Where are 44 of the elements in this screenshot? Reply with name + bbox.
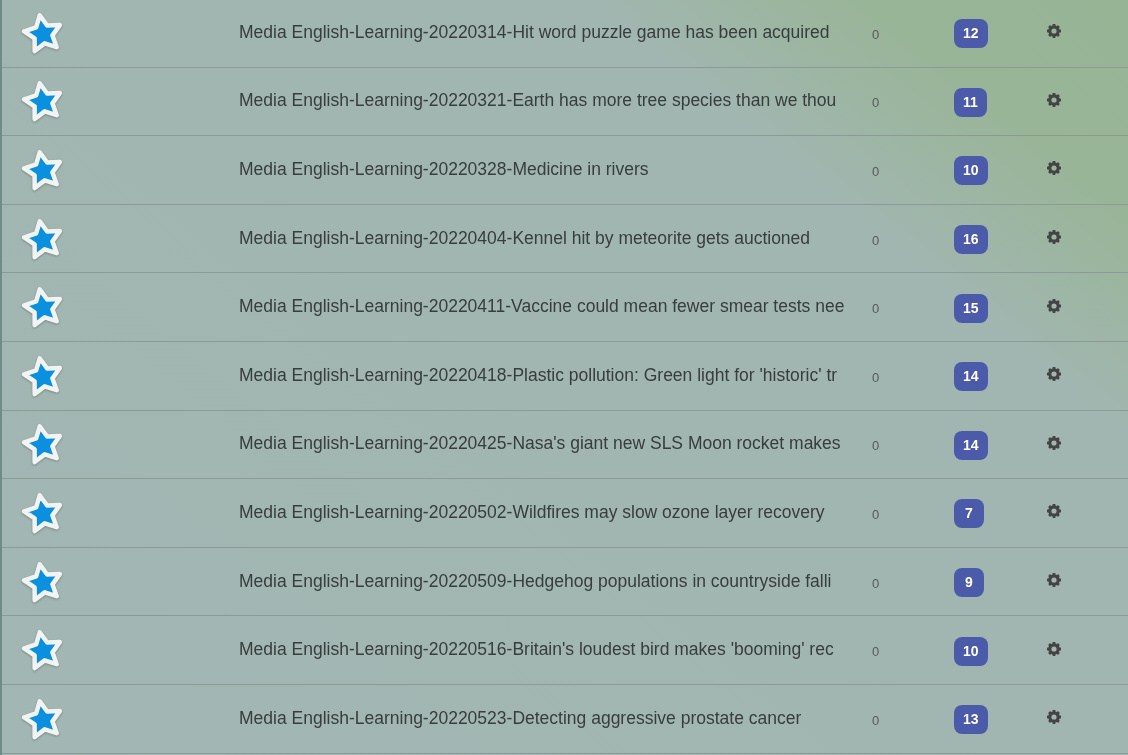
count-badge: 12: [954, 19, 988, 49]
count-text: 0: [872, 26, 880, 42]
deck-title[interactable]: Media English-Learning-20220328-Medicine in rivers: [239, 159, 649, 180]
count-text: 0: [872, 164, 880, 179]
settings-icon[interactable]: [1047, 230, 1061, 245]
settings-icon[interactable]: [1047, 298, 1061, 313]
count-text: 0: [872, 232, 880, 248]
count-text: 0: [872, 506, 880, 522]
settings-icon[interactable]: [1047, 161, 1061, 176]
count-text: 0: [872, 575, 880, 591]
count-text: 0: [872, 644, 880, 660]
deck-title[interactable]: Media English-Learning-20220516-Britain's loudest bird makes 'booming' rec: [239, 639, 834, 661]
count-badge: 10: [954, 156, 988, 186]
count-badge: 14: [954, 362, 988, 392]
settings-icon[interactable]: [1047, 710, 1061, 725]
deck-title[interactable]: Media English-Learning-20220502-Wildfires may slow ozone layer recovery: [239, 501, 825, 523]
deck-title[interactable]: Media English-Learning-20220509-Hedgehog populations in countryside falli: [239, 570, 832, 592]
count-badge: 7: [954, 499, 984, 529]
count-text: 0: [872, 301, 880, 317]
count-badge: 11: [954, 87, 987, 117]
count-text: 0: [872, 369, 880, 385]
settings-icon[interactable]: [1047, 573, 1061, 588]
count-badge: 13: [954, 705, 988, 735]
count-badge: 10: [954, 636, 988, 666]
count-badge: 15: [954, 293, 988, 323]
settings-icon[interactable]: [1047, 504, 1061, 519]
deck-title[interactable]: Media English-Learning-20220523-Detecting aggressive prostate cancer: [239, 707, 802, 729]
count-badge: 14: [954, 430, 988, 460]
settings-icon[interactable]: [1047, 641, 1061, 656]
settings-icon[interactable]: [1047, 367, 1061, 382]
count-badge: 9: [954, 568, 984, 598]
count-text: 0: [872, 95, 880, 111]
settings-icon[interactable]: [1047, 92, 1061, 107]
count-text: 0: [872, 712, 880, 728]
deck-title[interactable]: Media English-Learning-20220404-Kennel hit by meteorite gets auctioned: [239, 227, 811, 249]
deck-title[interactable]: Media English-Learning-20220411-Vaccine could mean fewer smear tests nee: [239, 296, 845, 318]
deck-title[interactable]: Media English-Learning-20220314-Hit word puzzle game has been acquired: [239, 21, 830, 43]
count-badge: 16: [954, 225, 988, 255]
deck-title[interactable]: Media English-Learning-20220418-Plastic pollution: Green light for 'historic' tr: [239, 364, 838, 386]
settings-icon[interactable]: [1047, 24, 1061, 39]
deck-title[interactable]: Media English-Learning-20220425-Nasa's giant new SLS Moon rocket makes: [239, 433, 841, 455]
settings-icon[interactable]: [1047, 435, 1061, 450]
count-text: 0: [872, 438, 880, 454]
deck-title[interactable]: Media English-Learning-20220321-Earth has more tree species than we thou: [239, 90, 837, 112]
